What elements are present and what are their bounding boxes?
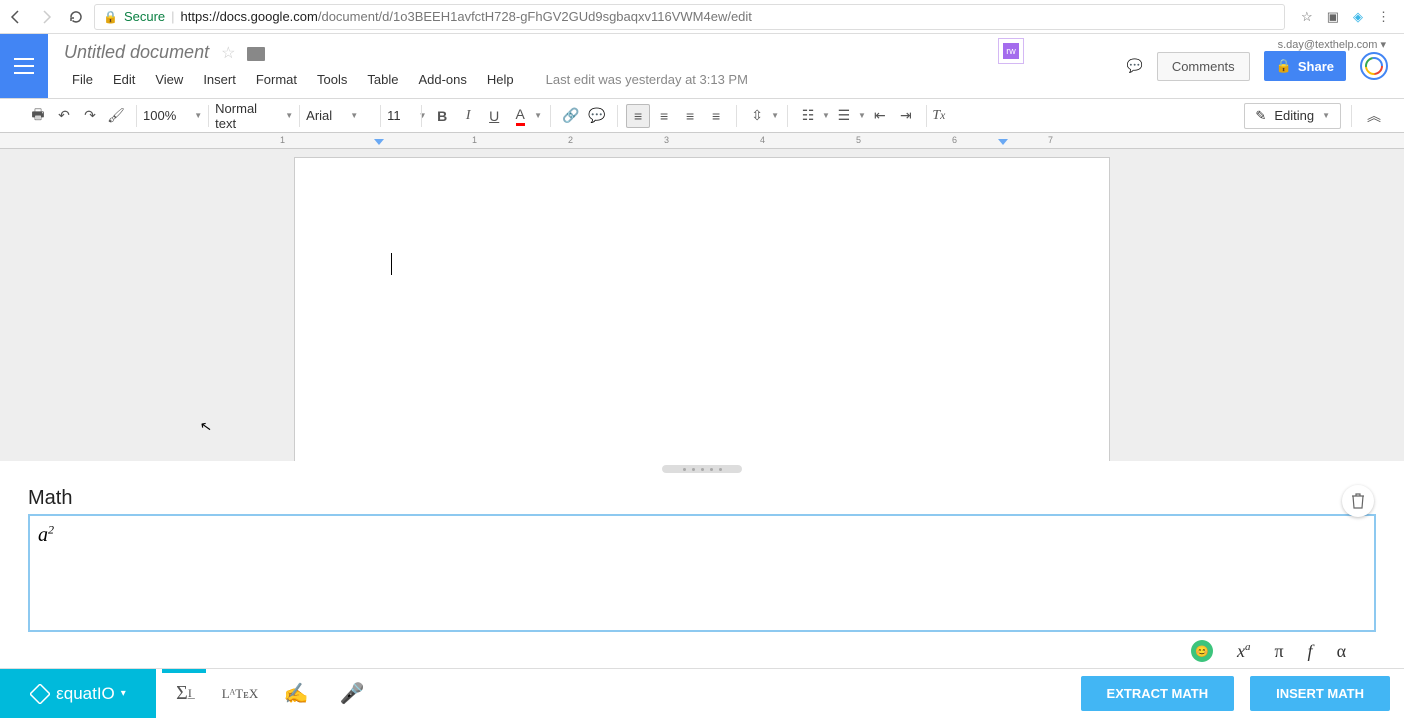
zoom-dropdown[interactable]: 100%▼: [137, 108, 208, 123]
editing-mode-dropdown[interactable]: ✎Editing▼: [1244, 103, 1341, 129]
share-button[interactable]: 🔒Share: [1264, 51, 1346, 81]
text-cursor: [391, 253, 392, 275]
print-icon[interactable]: 🖶: [26, 104, 50, 128]
alpha-symbol-tool[interactable]: α: [1337, 641, 1346, 662]
menu-dots-icon[interactable]: ⋮: [1377, 9, 1390, 25]
function-tool[interactable]: f: [1308, 641, 1313, 662]
font-dropdown[interactable]: Arial▼: [300, 108, 380, 123]
browser-right-icons: ☆ ▣ ◈ ⋮: [1295, 9, 1396, 25]
forward-button[interactable]: [38, 9, 54, 25]
document-title[interactable]: Untitled document: [64, 42, 209, 63]
menu-help[interactable]: Help: [479, 69, 522, 90]
format-toolbar: 🖶 ↶ ↷ 🖌 100%▼ Normal text▼ Arial▼ 11▼ B …: [0, 99, 1404, 133]
equatio-math-panel: Math a2 😊 xa π f α: [0, 477, 1404, 668]
menu-table[interactable]: Table: [359, 69, 406, 90]
browser-toolbar: 🔒 Secure | https://docs.google.com/docum…: [0, 0, 1404, 34]
math-panel-label: Math: [28, 487, 1376, 510]
bullet-list-icon[interactable]: ☰: [832, 104, 856, 128]
lock-icon: 🔒: [103, 10, 118, 24]
document-canvas: [0, 149, 1404, 461]
speech-tool[interactable]: 🎤: [324, 669, 380, 718]
indent-increase-icon[interactable]: ⇥: [894, 104, 918, 128]
indent-marker-right-icon[interactable]: [998, 139, 1008, 145]
menu-tools[interactable]: Tools: [309, 69, 355, 90]
align-left-icon[interactable]: ≡: [626, 104, 650, 128]
star-icon[interactable]: ☆: [221, 43, 235, 63]
align-center-icon[interactable]: ≡: [652, 104, 676, 128]
font-size-dropdown[interactable]: 11▼: [381, 108, 421, 123]
ruler: 1 1 2 3 4 5 6 7: [0, 133, 1404, 149]
menu-bar: File Edit View Insert Format Tools Table…: [64, 69, 1111, 90]
equatio-logo[interactable]: εquatIO▾: [0, 669, 156, 718]
equatio-logo-icon: [30, 684, 50, 704]
trash-icon: [1351, 493, 1365, 509]
extension-icon[interactable]: ◈: [1353, 9, 1363, 25]
user-email[interactable]: s.day@texthelp.com ▾: [1278, 38, 1386, 51]
nav-buttons: [8, 9, 84, 25]
indent-decrease-icon[interactable]: ⇤: [868, 104, 892, 128]
menu-insert[interactable]: Insert: [195, 69, 244, 90]
url-text: https://docs.google.com/document/d/1o3BE…: [181, 9, 752, 24]
secure-label: Secure: [124, 9, 165, 24]
math-input-area[interactable]: a2: [28, 514, 1376, 632]
docs-logo[interactable]: [0, 34, 48, 98]
document-page[interactable]: [294, 157, 1110, 461]
address-bar[interactable]: 🔒 Secure | https://docs.google.com/docum…: [94, 4, 1285, 30]
bookmark-star-icon[interactable]: ☆: [1301, 9, 1313, 25]
latex-tool[interactable]: LᴬTᴇX: [212, 669, 268, 718]
underline-icon[interactable]: U: [482, 104, 506, 128]
math-symbol-toolbar: 😊 xa π f α: [28, 632, 1376, 662]
equation-editor-tool[interactable]: Σ͟I: [156, 669, 212, 718]
bold-icon[interactable]: B: [430, 104, 454, 128]
menu-addons[interactable]: Add-ons: [410, 69, 474, 90]
handwriting-tool[interactable]: ✍: [268, 669, 324, 718]
prediction-face-icon[interactable]: 😊: [1191, 640, 1213, 662]
clear-format-icon[interactable]: Tx: [927, 104, 951, 128]
italic-icon[interactable]: I: [456, 104, 480, 128]
indent-marker-left-icon[interactable]: [374, 139, 384, 145]
paint-format-icon[interactable]: 🖌: [104, 104, 128, 128]
back-button[interactable]: [8, 9, 24, 25]
pi-symbol-tool[interactable]: π: [1274, 641, 1283, 662]
insert-math-button[interactable]: INSERT MATH: [1250, 676, 1390, 711]
align-justify-icon[interactable]: ≡: [704, 104, 728, 128]
chat-icon[interactable]: 💬: [1127, 58, 1143, 74]
account-avatar[interactable]: [1360, 52, 1388, 80]
menu-format[interactable]: Format: [248, 69, 305, 90]
superscript-tool[interactable]: xa: [1237, 641, 1251, 662]
move-folder-icon[interactable]: [247, 47, 265, 61]
collapse-toolbar-icon[interactable]: ︽: [1362, 104, 1386, 128]
numbered-list-icon[interactable]: ☷: [796, 104, 820, 128]
redo-icon[interactable]: ↷: [78, 104, 102, 128]
menu-edit[interactable]: Edit: [105, 69, 143, 90]
link-icon[interactable]: 🔗: [559, 104, 583, 128]
math-expression: a2: [38, 524, 54, 546]
text-color-icon[interactable]: A: [508, 104, 532, 128]
undo-icon[interactable]: ↶: [52, 104, 76, 128]
rw-extension-badge[interactable]: rw: [998, 38, 1024, 64]
comments-button[interactable]: Comments: [1157, 52, 1250, 81]
extract-math-button[interactable]: EXTRACT MATH: [1081, 676, 1235, 711]
cast-icon[interactable]: ▣: [1327, 9, 1339, 25]
style-dropdown[interactable]: Normal text▼: [209, 101, 299, 131]
comment-add-icon[interactable]: 💬: [585, 104, 609, 128]
line-spacing-icon[interactable]: ⇳: [745, 104, 769, 128]
status-text: Last edit was yesterday at 3:13 PM: [546, 72, 748, 87]
pencil-icon: ✎: [1255, 108, 1266, 124]
lock-share-icon: 🔒: [1276, 58, 1292, 74]
equatio-toolbar: εquatIO▾ Σ͟I LᴬTᴇX ✍ 🎤 EXTRACT MATH INSE…: [0, 668, 1404, 718]
text-color-dropdown-icon[interactable]: ▼: [534, 111, 542, 120]
delete-button[interactable]: [1342, 485, 1374, 517]
panel-splitter[interactable]: [0, 461, 1404, 477]
menu-view[interactable]: View: [147, 69, 191, 90]
align-right-icon[interactable]: ≡: [678, 104, 702, 128]
docs-header: Untitled document ☆ File Edit View Inser…: [0, 34, 1404, 99]
menu-file[interactable]: File: [64, 69, 101, 90]
reload-button[interactable]: [68, 9, 84, 25]
